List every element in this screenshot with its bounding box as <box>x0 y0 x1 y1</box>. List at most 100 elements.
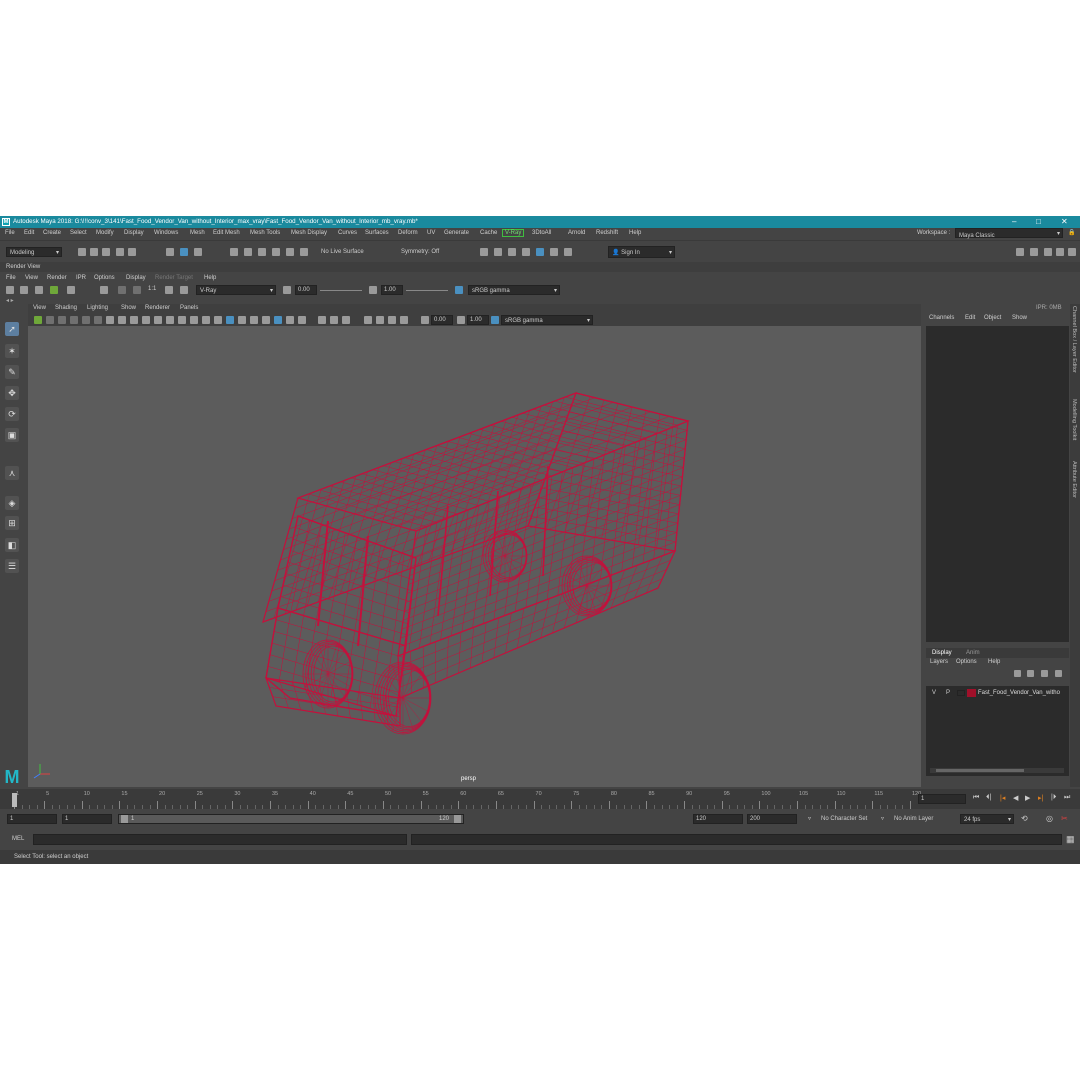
attribute-editor-icon[interactable] <box>1030 248 1038 256</box>
rv-display-icon[interactable] <box>133 286 141 294</box>
vp-menu-renderer[interactable]: Renderer <box>145 305 170 311</box>
menu-3dtoall[interactable]: 3DtoAll <box>532 230 551 236</box>
menu-cache[interactable]: Cache <box>480 230 497 236</box>
render-frame-icon[interactable] <box>480 248 488 256</box>
rv-redo-render-icon[interactable] <box>6 286 14 294</box>
ipr-render-icon[interactable] <box>508 248 516 256</box>
go-to-end-icon[interactable]: ⏭ <box>1064 794 1070 802</box>
vp-gamma-field[interactable]: 1.00 <box>467 315 489 325</box>
menu-mesh-tools[interactable]: Mesh Tools <box>250 230 280 236</box>
rv-channel-rgb-icon[interactable] <box>100 286 108 294</box>
rv-menu-view[interactable]: View <box>25 275 38 281</box>
snap-grid-icon[interactable] <box>230 248 238 256</box>
menu-vray[interactable]: V-Ray <box>502 229 525 237</box>
new-scene-icon[interactable] <box>78 248 86 256</box>
command-input[interactable] <box>33 834 407 845</box>
vp-2d-pan-icon[interactable] <box>82 316 90 324</box>
menu-select[interactable]: Select <box>70 230 87 236</box>
menu-mesh-display[interactable]: Mesh Display <box>291 230 327 236</box>
vp-select-camera-icon[interactable] <box>34 316 42 324</box>
last-tool-icon[interactable]: ⋏ <box>5 466 19 480</box>
time-slider[interactable]: 1 5 10 15 20 25 30 35 40 45 50 55 60 65 70 75 80 85 90 95 10… <box>0 789 1080 809</box>
select-object-icon[interactable] <box>180 248 188 256</box>
snap-curve-icon[interactable] <box>244 248 252 256</box>
vp-xray-active-icon[interactable] <box>364 316 372 324</box>
playback-end-field[interactable]: 120 <box>693 814 743 824</box>
menu-surfaces[interactable]: Surfaces <box>365 230 389 236</box>
range-start-handle[interactable] <box>121 815 128 823</box>
mode-dropdown[interactable]: Modeling ▾ <box>6 247 62 257</box>
close-icon[interactable]: ✕ <box>1061 217 1068 226</box>
vp-exposure-icon[interactable] <box>421 316 429 324</box>
anim-prefs-icon[interactable]: ✂ <box>1061 814 1068 823</box>
rv-menu-render[interactable]: Render <box>47 275 67 281</box>
layer-color-swatch[interactable] <box>967 689 976 697</box>
vp-shadows-icon[interactable] <box>250 316 258 324</box>
current-time-marker[interactable] <box>12 793 17 807</box>
menu-edit-mesh[interactable]: Edit Mesh <box>213 230 240 236</box>
anim-end-field[interactable]: 200 <box>747 814 797 824</box>
rv-gamma-icon[interactable] <box>369 286 377 294</box>
vp-ao-icon[interactable] <box>262 316 270 324</box>
rv-menu-display[interactable]: Display <box>126 275 146 281</box>
modeling-toolkit-icon[interactable] <box>1016 248 1024 256</box>
maximize-icon[interactable]: □ <box>1036 217 1041 226</box>
vp-resolution-gate-icon[interactable] <box>130 316 138 324</box>
select-tool-icon[interactable]: ➚ <box>5 322 19 336</box>
vp-menu-show[interactable]: Show <box>121 305 136 311</box>
command-language-label[interactable]: MEL <box>12 836 24 842</box>
character-set-dropdown[interactable]: No Character Set <box>818 814 878 824</box>
vp-grid-icon[interactable] <box>106 316 114 324</box>
vp-isolate-icon[interactable] <box>330 316 338 324</box>
menu-modify[interactable]: Modify <box>96 230 114 236</box>
scale-tool-icon[interactable]: ▣ <box>5 428 19 442</box>
outliner-layout-icon[interactable]: ☰ <box>5 559 19 573</box>
rv-exposure-field[interactable]: 0.00 <box>295 285 317 295</box>
anim-start-field[interactable]: 1 <box>7 814 57 824</box>
vp-gamma-icon[interactable] <box>457 316 465 324</box>
rv-renderer-dropdown[interactable]: V-Ray ▾ <box>196 285 276 295</box>
vp-bookmark-icon[interactable] <box>58 316 66 324</box>
layer-menu-layers[interactable]: Layers <box>930 659 948 665</box>
menu-mesh[interactable]: Mesh <box>190 230 205 236</box>
perspective-viewport[interactable]: persp <box>28 326 921 787</box>
vp-field-chart-icon[interactable] <box>154 316 162 324</box>
fps-dropdown[interactable]: 24 fps ▾ <box>960 814 1014 824</box>
snap-vertex-icon[interactable] <box>300 248 308 256</box>
menu-edit[interactable]: Edit <box>24 230 34 236</box>
live-surface-dropdown[interactable]: No Live Surface <box>318 247 374 257</box>
range-slider[interactable]: 1 120 <box>118 814 464 824</box>
vp-menu-shading[interactable]: Shading <box>55 305 77 311</box>
rv-color-space-icon[interactable] <box>455 286 463 294</box>
layer-visibility-toggle[interactable]: V <box>932 690 936 696</box>
snap-view-icon[interactable] <box>272 248 280 256</box>
step-back-key-icon[interactable]: ⏴| <box>986 794 991 802</box>
layer-move-down-icon[interactable] <box>1027 670 1034 677</box>
redo-icon[interactable] <box>128 248 136 256</box>
menu-redshift[interactable]: Redshift <box>596 230 618 236</box>
new-layer-icon[interactable] <box>1041 670 1048 677</box>
vp-backface-icon[interactable] <box>376 316 384 324</box>
play-forward-icon[interactable]: ▶ <box>1025 794 1030 802</box>
lock-icon[interactable]: 🔒 <box>1068 229 1075 236</box>
side-tab-attribute-editor[interactable]: Attribute Editor <box>1071 461 1077 498</box>
move-tool-icon[interactable]: ✥ <box>5 386 19 400</box>
step-back-frame-icon[interactable]: |◂ <box>1000 794 1005 802</box>
sign-in-button[interactable]: 👤 Sign In ▾ <box>608 246 675 258</box>
symmetry-dropdown[interactable]: Symmetry: Off <box>398 247 454 257</box>
vp-menu-lighting[interactable]: Lighting <box>87 305 108 311</box>
rv-exposure-slider[interactable] <box>320 290 362 291</box>
rv-fit-icon[interactable] <box>180 286 188 294</box>
menu-create[interactable]: Create <box>43 230 61 236</box>
paint-select-tool-icon[interactable]: ✎ <box>5 365 19 379</box>
rv-keep-image-icon[interactable] <box>67 286 75 294</box>
hypershade-icon[interactable] <box>536 248 544 256</box>
vp-motion-blur-icon[interactable] <box>286 316 294 324</box>
vp-hud-icon[interactable] <box>388 316 396 324</box>
vp-menu-panels[interactable]: Panels <box>180 305 198 311</box>
select-hierarchy-icon[interactable] <box>166 248 174 256</box>
layer-move-up-icon[interactable] <box>1014 670 1021 677</box>
menu-arnold[interactable]: Arnold <box>568 230 585 236</box>
vp-camera-attr-icon[interactable] <box>46 316 54 324</box>
rv-gamma-field[interactable]: 1.00 <box>381 285 403 295</box>
